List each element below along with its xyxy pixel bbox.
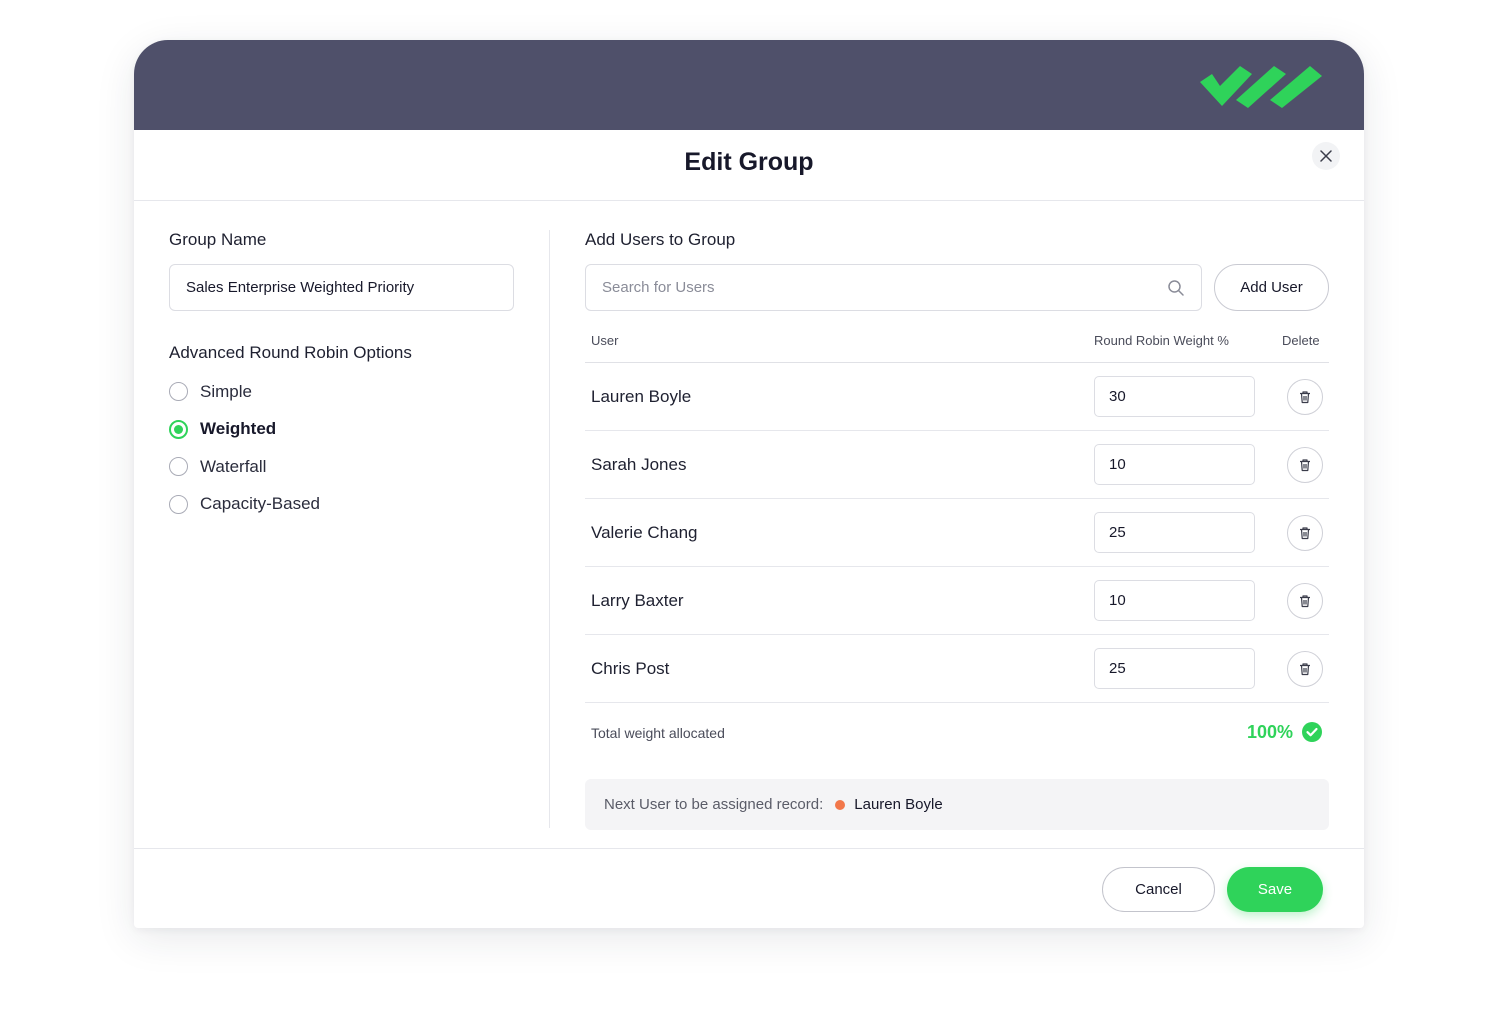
dialog-footer: Cancel Save <box>134 848 1364 928</box>
user-name: Lauren Boyle <box>591 387 692 406</box>
user-name: Larry Baxter <box>591 591 684 610</box>
weight-input[interactable]: 25 <box>1094 512 1255 553</box>
weight-value: 10 <box>1109 456 1126 473</box>
next-user-label: Next User to be assigned record: <box>604 796 824 813</box>
next-user-name: Lauren Boyle <box>854 796 943 813</box>
group-name-label: Group Name <box>169 230 267 249</box>
table-row: Chris Post 25 <box>585 635 1329 703</box>
panel-divider <box>549 230 550 828</box>
weight-value: 10 <box>1109 592 1126 609</box>
table-row: Valerie Chang 25 <box>585 499 1329 567</box>
total-weight-value: 100% <box>1246 722 1293 742</box>
table-row: Sarah Jones 10 <box>585 431 1329 499</box>
total-weight-row: Total weight allocated 100% <box>585 703 1329 765</box>
weight-input[interactable]: 30 <box>1094 376 1255 417</box>
option-waterfall[interactable]: Waterfall <box>169 448 514 486</box>
next-user-banner: Next User to be assigned record: Lauren … <box>585 779 1329 830</box>
table-row: Lauren Boyle 30 <box>585 363 1329 431</box>
option-capacity-based[interactable]: Capacity-Based <box>169 486 514 524</box>
radio-simple[interactable] <box>169 382 188 402</box>
search-placeholder: Search for Users <box>602 279 715 296</box>
close-icon <box>1320 150 1332 162</box>
trash-icon <box>1300 663 1310 676</box>
option-capacity-based-label: Capacity-Based <box>200 494 321 514</box>
trash-icon <box>1300 595 1310 608</box>
group-name-input[interactable]: Sales Enterprise Weighted Priority <box>169 264 514 311</box>
table-header: User Round Robin Weight % Delete <box>585 328 1329 363</box>
round-robin-options: Simple Weighted Waterfall Capacity-Based <box>169 373 514 523</box>
search-row: Search for Users Add User <box>585 264 1329 311</box>
edit-group-dialog: Edit Group Group Name Sales Enterprise W… <box>134 40 1364 928</box>
cancel-button[interactable]: Cancel <box>1102 867 1215 912</box>
option-waterfall-label: Waterfall <box>200 456 267 476</box>
dialog-header: Edit Group <box>134 130 1364 201</box>
total-weight-label: Total weight allocated <box>591 725 725 741</box>
weight-value: 25 <box>1109 524 1126 541</box>
group-settings-panel: Group Name Sales Enterprise Weighted Pri… <box>169 230 514 523</box>
users-panel: Add Users to Group Search for Users Add … <box>585 230 1329 830</box>
delete-user-button[interactable] <box>1287 515 1323 551</box>
top-banner <box>134 40 1364 130</box>
user-name: Valerie Chang <box>591 523 698 542</box>
trash-icon <box>1300 527 1310 540</box>
add-user-button[interactable]: Add User <box>1214 264 1329 311</box>
column-weight: Round Robin Weight % <box>1094 333 1229 348</box>
delete-user-button[interactable] <box>1287 447 1323 483</box>
search-users-input[interactable]: Search for Users <box>585 264 1202 311</box>
weight-value: 25 <box>1109 660 1126 677</box>
option-weighted[interactable]: Weighted <box>169 411 514 449</box>
option-simple-label: Simple <box>200 381 252 401</box>
delete-user-button[interactable] <box>1287 379 1323 415</box>
user-name: Sarah Jones <box>591 455 687 474</box>
group-name-value: Sales Enterprise Weighted Priority <box>186 279 415 296</box>
dialog-title: Edit Group <box>684 148 814 176</box>
check-circle-icon <box>1302 722 1322 742</box>
table-row: Larry Baxter 10 <box>585 567 1329 635</box>
radio-capacity-based[interactable] <box>169 494 188 514</box>
option-weighted-label: Weighted <box>200 419 277 439</box>
delete-user-button[interactable] <box>1287 583 1323 619</box>
column-user: User <box>591 333 619 348</box>
weight-input[interactable]: 10 <box>1094 580 1255 621</box>
weight-input[interactable]: 10 <box>1094 444 1255 485</box>
search-icon <box>1168 279 1184 296</box>
add-users-title: Add Users to Group <box>585 230 736 249</box>
brand-logo-icon <box>1200 66 1322 108</box>
close-button[interactable] <box>1312 142 1340 170</box>
status-dot-icon <box>835 799 846 810</box>
users-table: User Round Robin Weight % Delete Lauren … <box>585 328 1329 765</box>
radio-waterfall[interactable] <box>169 457 188 477</box>
save-button[interactable]: Save <box>1227 867 1323 912</box>
radio-weighted[interactable] <box>169 419 188 439</box>
trash-icon <box>1300 459 1310 472</box>
delete-user-button[interactable] <box>1287 651 1323 687</box>
weight-input[interactable]: 25 <box>1094 648 1255 689</box>
round-robin-options-title: Advanced Round Robin Options <box>169 343 412 362</box>
column-delete: Delete <box>1282 333 1320 348</box>
user-name: Chris Post <box>591 659 670 678</box>
option-simple[interactable]: Simple <box>169 373 514 411</box>
trash-icon <box>1300 391 1310 404</box>
weight-value: 30 <box>1109 388 1126 405</box>
